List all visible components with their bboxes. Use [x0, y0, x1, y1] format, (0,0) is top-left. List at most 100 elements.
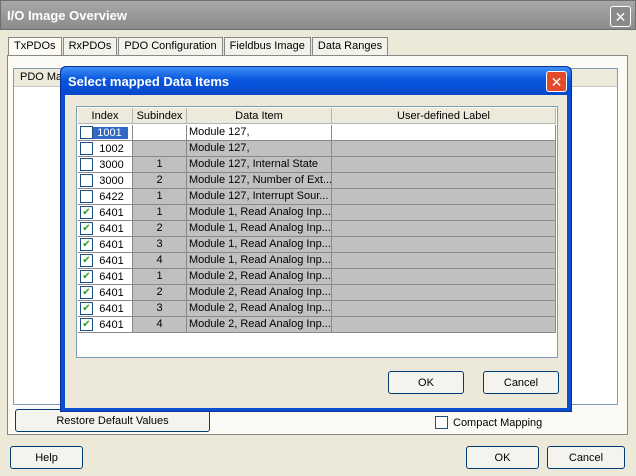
data-item-cell[interactable]: Module 127,	[187, 141, 332, 157]
subindex-cell[interactable]: 3	[133, 301, 187, 317]
subindex-cell[interactable]	[133, 141, 187, 157]
data-item-cell[interactable]: Module 2, Read Analog Inp...	[187, 269, 332, 285]
table-row[interactable]: ✔ 6401 1 Module 1, Read Analog Inp...	[78, 205, 556, 221]
row-checkbox[interactable]: ✔	[80, 222, 93, 235]
subindex-cell[interactable]: 2	[133, 173, 187, 189]
row-checkbox[interactable]: ✔	[80, 206, 93, 219]
index-cell[interactable]: 3000	[78, 157, 133, 173]
tab-fieldbus-image[interactable]: Fieldbus Image	[223, 37, 311, 56]
user-label-cell[interactable]	[332, 237, 556, 253]
column-header-index[interactable]: Index	[78, 108, 133, 123]
table-row[interactable]: ✔ 6401 2 Module 2, Read Analog Inp...	[78, 285, 556, 301]
data-item-cell[interactable]: Module 1, Read Analog Inp...	[187, 205, 332, 221]
table-row[interactable]: ✔ 6401 2 Module 1, Read Analog Inp...	[78, 221, 556, 237]
subindex-cell[interactable]: 1	[133, 269, 187, 285]
data-item-cell[interactable]: Module 1, Read Analog Inp...	[187, 221, 332, 237]
row-checkbox[interactable]	[80, 174, 93, 187]
row-checkbox[interactable]: ✔	[80, 270, 93, 283]
table-row[interactable]: ✔ 6401 4 Module 1, Read Analog Inp...	[78, 253, 556, 269]
index-cell[interactable]: ✔ 6401	[78, 317, 133, 333]
tab-data-ranges[interactable]: Data Ranges	[311, 37, 389, 56]
cancel-button[interactable]: Cancel	[547, 446, 625, 469]
table-row[interactable]: ✔ 6401 4 Module 2, Read Analog Inp...	[78, 317, 556, 333]
window-titlebar[interactable]: I/O Image Overview ✕	[0, 0, 636, 30]
index-cell[interactable]: ✔ 6401	[78, 285, 133, 301]
tab-pdo-configuration[interactable]: PDO Configuration	[118, 37, 223, 56]
row-checkbox[interactable]	[80, 142, 93, 155]
user-label-cell[interactable]	[332, 221, 556, 237]
subindex-cell[interactable]: 2	[133, 221, 187, 237]
data-item-cell[interactable]: Module 2, Read Analog Inp...	[187, 301, 332, 317]
index-cell[interactable]: 6422	[78, 189, 133, 205]
subindex-cell[interactable]: 1	[133, 189, 187, 205]
index-cell[interactable]: 1001	[78, 125, 133, 141]
row-checkbox[interactable]	[80, 190, 93, 203]
user-label-cell[interactable]	[332, 317, 556, 333]
row-checkbox[interactable]	[80, 126, 93, 139]
subindex-cell[interactable]: 3	[133, 237, 187, 253]
subindex-cell[interactable]	[133, 125, 187, 141]
subindex-cell[interactable]: 4	[133, 317, 187, 333]
table-row[interactable]: ✔ 6401 3 Module 1, Read Analog Inp...	[78, 237, 556, 253]
row-checkbox[interactable]: ✔	[80, 286, 93, 299]
compact-mapping-option[interactable]: Compact Mapping	[435, 416, 542, 429]
dialog-ok-button[interactable]: OK	[388, 371, 464, 394]
user-label-cell[interactable]	[332, 173, 556, 189]
index-cell[interactable]: 3000	[78, 173, 133, 189]
data-item-cell[interactable]: Module 1, Read Analog Inp...	[187, 237, 332, 253]
table-row[interactable]: ✔ 6401 1 Module 2, Read Analog Inp...	[78, 269, 556, 285]
subindex-cell[interactable]: 1	[133, 205, 187, 221]
column-header-subindex[interactable]: Subindex	[133, 108, 187, 123]
table-row[interactable]: 3000 1 Module 127, Internal State	[78, 157, 556, 173]
subindex-cell[interactable]: 2	[133, 285, 187, 301]
user-label-cell[interactable]	[332, 301, 556, 317]
dialog-cancel-button[interactable]: Cancel	[483, 371, 559, 394]
row-checkbox[interactable]: ✔	[80, 238, 93, 251]
column-header-data-item[interactable]: Data Item	[187, 108, 332, 123]
index-cell[interactable]: ✔ 6401	[78, 301, 133, 317]
tab-txpdos[interactable]: TxPDOs	[8, 37, 62, 57]
user-label-cell[interactable]	[332, 253, 556, 269]
table-row[interactable]: 1001 Module 127,	[78, 125, 556, 141]
table-row[interactable]: 1002 Module 127,	[78, 141, 556, 157]
user-label-cell[interactable]	[332, 285, 556, 301]
row-checkbox[interactable]: ✔	[80, 254, 93, 267]
index-cell[interactable]: ✔ 6401	[78, 269, 133, 285]
subindex-cell[interactable]: 1	[133, 157, 187, 173]
data-items-grid[interactable]: Index Subindex Data Item User-defined La…	[76, 106, 558, 358]
user-label-cell[interactable]	[332, 269, 556, 285]
data-item-cell[interactable]: Module 127,	[187, 125, 332, 141]
restore-default-values-button[interactable]: Restore Default Values	[15, 409, 210, 432]
user-label-cell[interactable]	[332, 141, 556, 157]
user-label-cell[interactable]	[332, 125, 556, 141]
dialog-close-button[interactable]: ✕	[546, 71, 567, 92]
user-label-cell[interactable]	[332, 189, 556, 205]
compact-mapping-checkbox[interactable]	[435, 416, 448, 429]
help-button[interactable]: Help	[10, 446, 83, 469]
subindex-cell[interactable]: 4	[133, 253, 187, 269]
data-item-cell[interactable]: Module 1, Read Analog Inp...	[187, 253, 332, 269]
user-label-cell[interactable]	[332, 157, 556, 173]
column-header-user-label[interactable]: User-defined Label	[332, 108, 556, 123]
index-cell[interactable]: ✔ 6401	[78, 253, 133, 269]
data-item-cell[interactable]: Module 2, Read Analog Inp...	[187, 317, 332, 333]
data-item-cell[interactable]: Module 127, Interrupt Sour...	[187, 189, 332, 205]
row-checkbox[interactable]: ✔	[80, 318, 93, 331]
index-cell[interactable]: 1002	[78, 141, 133, 157]
data-item-cell[interactable]: Module 127, Number of Ext...	[187, 173, 332, 189]
index-cell[interactable]: ✔ 6401	[78, 205, 133, 221]
table-row[interactable]: 6422 1 Module 127, Interrupt Sour...	[78, 189, 556, 205]
row-checkbox[interactable]: ✔	[80, 302, 93, 315]
user-label-cell[interactable]	[332, 205, 556, 221]
ok-button[interactable]: OK	[466, 446, 539, 469]
tab-rxpdos[interactable]: RxPDOs	[62, 37, 118, 56]
index-cell[interactable]: ✔ 6401	[78, 237, 133, 253]
index-cell[interactable]: ✔ 6401	[78, 221, 133, 237]
table-row[interactable]: 3000 2 Module 127, Number of Ext...	[78, 173, 556, 189]
dialog-titlebar[interactable]: Select mapped Data Items ✕	[61, 67, 571, 95]
table-row[interactable]: ✔ 6401 3 Module 2, Read Analog Inp...	[78, 301, 556, 317]
data-item-cell[interactable]: Module 2, Read Analog Inp...	[187, 285, 332, 301]
data-item-cell[interactable]: Module 127, Internal State	[187, 157, 332, 173]
window-close-button[interactable]: ✕	[610, 6, 631, 27]
row-checkbox[interactable]	[80, 158, 93, 171]
